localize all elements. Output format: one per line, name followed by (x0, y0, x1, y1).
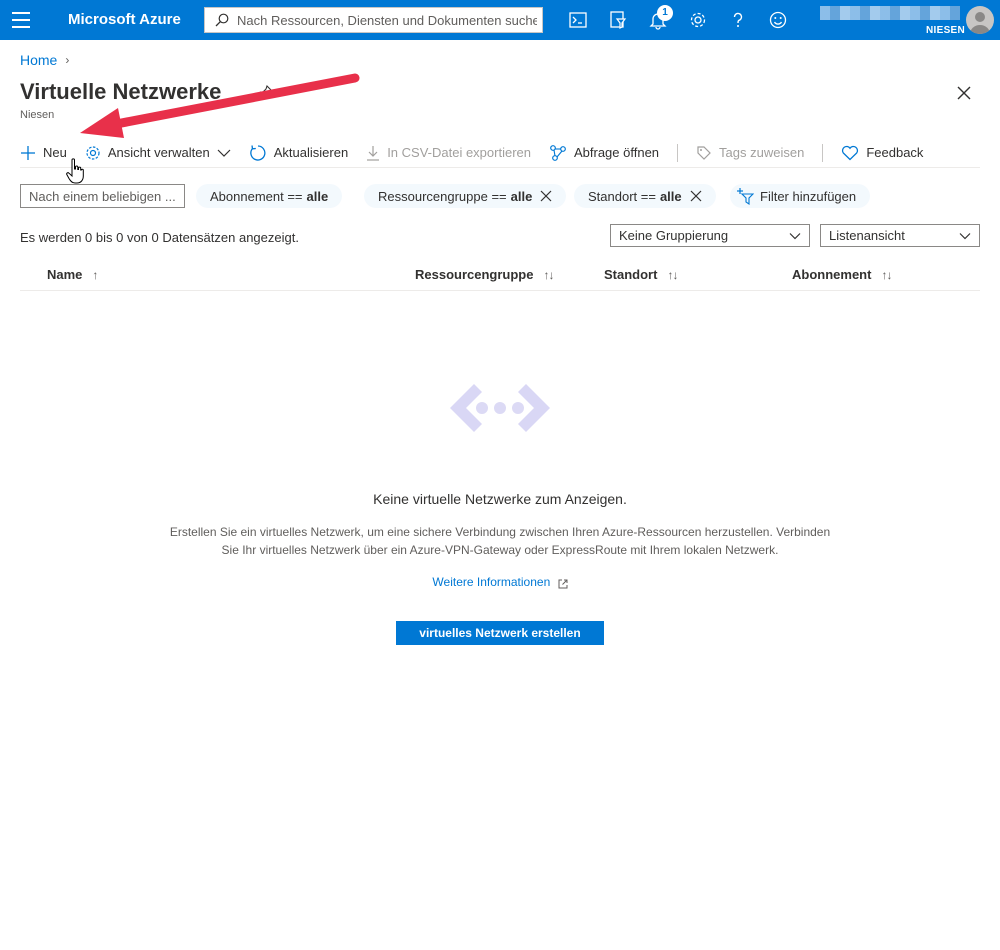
record-count: Es werden 0 bis 0 von 0 Datensätzen ange… (20, 230, 299, 245)
column-header-subscription-label: Abonnement (792, 267, 872, 282)
learn-more-label: Weitere Informationen (432, 575, 551, 589)
refresh-icon (249, 144, 266, 161)
notification-badge: 1 (657, 5, 673, 21)
refresh-label: Aktualisieren (273, 145, 349, 160)
add-filter-button[interactable]: Filter hinzufügen (730, 184, 871, 208)
subscription-filter-value: alle (306, 188, 329, 204)
new-button[interactable]: Neu (20, 140, 67, 166)
account-directory-name[interactable]: NIESEN (926, 25, 965, 36)
view-select[interactable]: Listenansicht (820, 224, 980, 247)
command-bar: Neu Ansicht verwalten Aktualisieren In C… (20, 138, 980, 168)
tag-icon (697, 145, 711, 160)
column-header-location-label: Standort (604, 267, 658, 282)
grouping-select-value: Keine Gruppierung (619, 228, 729, 243)
page-subtitle: Niesen (20, 109, 55, 121)
export-csv-button[interactable]: In CSV-Datei exportieren (366, 140, 531, 166)
add-filter-icon (737, 188, 754, 205)
settings-icon[interactable] (688, 10, 708, 30)
feedback-label: Feedback (866, 145, 924, 160)
directory-filter-icon[interactable] (608, 10, 628, 30)
view-select-value: Listenansicht (829, 228, 905, 243)
chevron-down-icon (789, 232, 801, 239)
filter-pill-location[interactable]: Standort == alle (574, 184, 716, 208)
user-avatar-icon (970, 12, 990, 34)
global-search[interactable] (204, 7, 543, 33)
export-csv-label: In CSV-Datei exportieren (387, 145, 531, 160)
sort-ascending-icon: ↑ (92, 267, 98, 282)
filter-search-input[interactable] (20, 184, 185, 208)
avatar[interactable] (966, 6, 994, 34)
open-query-button[interactable]: Abfrage öffnen (549, 140, 659, 166)
add-filter-label: Filter hinzufügen (760, 188, 857, 204)
top-bar: Microsoft Azure 1 NIESEN (0, 0, 1000, 40)
filter-pill-subscription[interactable]: Abonnement == alle (196, 184, 343, 208)
chevron-right-icon: › (65, 53, 70, 67)
chevron-down-icon (217, 149, 231, 157)
open-query-label: Abfrage öffnen (573, 145, 660, 160)
toolbar-divider (677, 143, 679, 162)
sort-icon: ↑↓ (881, 267, 892, 282)
account-email-blurred (820, 6, 960, 20)
chevron-down-icon (959, 232, 971, 239)
column-header-subscription[interactable]: Abonnement ↑↓ (792, 267, 892, 282)
assign-tags-label: Tags zuweisen (719, 145, 805, 160)
external-link-icon (558, 578, 568, 589)
menu-icon[interactable] (12, 12, 30, 28)
new-button-label: Neu (43, 145, 67, 160)
breadcrumb: Home › (20, 52, 69, 68)
grouping-select[interactable]: Keine Gruppierung (610, 224, 810, 247)
learn-more-link[interactable]: Weitere Informationen (0, 575, 1000, 589)
empty-state-title: Keine virtuelle Netzwerke zum Anzeigen. (373, 491, 627, 507)
create-virtual-network-button[interactable]: virtuelles Netzwerk erstellen (396, 621, 604, 645)
location-filter-label: Standort == (588, 188, 656, 204)
search-icon (215, 13, 229, 27)
feedback-button[interactable]: Feedback (841, 140, 923, 166)
feedback-smiley-icon[interactable] (768, 10, 788, 30)
column-header-name[interactable]: Name ↑ (47, 267, 98, 282)
manage-view-button[interactable]: Ansicht verwalten (85, 140, 231, 166)
manage-view-label: Ansicht verwalten (107, 145, 210, 160)
breadcrumb-home[interactable]: Home (20, 52, 57, 68)
remove-filter-icon[interactable] (690, 190, 702, 202)
subscription-filter-label: Abonnement == (210, 188, 303, 204)
remove-filter-icon[interactable] (540, 190, 552, 202)
location-filter-value: alle (659, 188, 682, 204)
empty-state-description: Erstellen Sie ein virtuelles Netzwerk, u… (169, 525, 831, 557)
search-input[interactable] (237, 12, 537, 28)
plus-icon (21, 145, 35, 160)
download-icon (367, 145, 380, 161)
close-icon[interactable] (955, 84, 973, 102)
column-header-location[interactable]: Standort ↑↓ (604, 267, 678, 282)
virtual-network-icon (450, 384, 550, 432)
cloud-shell-icon[interactable] (568, 10, 588, 30)
column-header-name-label: Name (47, 267, 83, 282)
pin-icon[interactable] (258, 84, 274, 100)
sort-icon: ↑↓ (667, 267, 678, 282)
gear-icon (86, 145, 100, 160)
heart-icon (842, 145, 859, 160)
page-title: Virtuelle Netzwerke (20, 79, 222, 104)
table-header: Name ↑ Ressourcengruppe ↑↓ Standort ↑↓ A… (20, 258, 980, 291)
help-icon[interactable] (728, 10, 748, 30)
toolbar-divider (822, 143, 824, 162)
refresh-button[interactable]: Aktualisieren (249, 140, 348, 166)
column-header-resource-group-label: Ressourcengruppe (415, 267, 534, 282)
sort-icon: ↑↓ (543, 267, 554, 282)
resource-group-filter-value: alle (510, 188, 533, 204)
brand-title[interactable]: Microsoft Azure (68, 11, 181, 28)
column-header-resource-group[interactable]: Ressourcengruppe ↑↓ (415, 267, 554, 282)
filter-pill-resource-group[interactable]: Ressourcengruppe == alle (364, 184, 567, 208)
resource-group-filter-label: Ressourcengruppe == (378, 188, 507, 204)
query-graph-icon (550, 144, 566, 161)
assign-tags-button[interactable]: Tags zuweisen (696, 140, 804, 166)
